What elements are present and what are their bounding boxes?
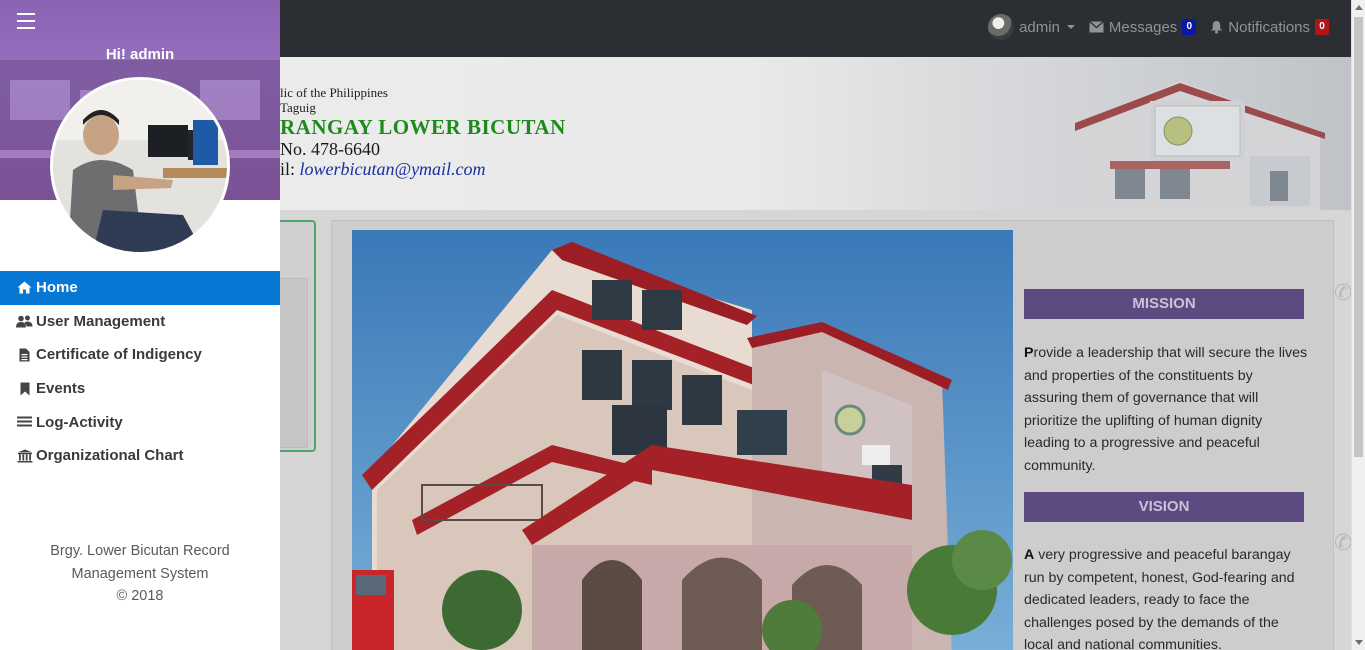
- caret-down-icon: [1066, 25, 1075, 29]
- institution-icon: [16, 449, 33, 463]
- banner-email[interactable]: lowerbicutan@ymail.com: [300, 159, 486, 179]
- sidebar-footer: Brgy. Lower Bicutan Record Management Sy…: [0, 540, 280, 608]
- sidebar-item-events[interactable]: Events: [0, 372, 280, 406]
- phone-deco-icon-2: ✆: [1334, 530, 1353, 555]
- user-dropdown[interactable]: admin: [988, 14, 1075, 40]
- file-icon: [16, 348, 33, 362]
- banner-phone: No. 478-6640: [280, 139, 380, 159]
- content-panel: MISSION Provide a leadership that will s…: [331, 220, 1334, 650]
- notifications-count-badge: 0: [1315, 19, 1329, 35]
- vision-header: VISION: [1024, 492, 1304, 522]
- sidebar-item-label: Log-Activity: [36, 413, 123, 431]
- vision-text: A very progressive and peaceful barangay…: [1024, 544, 1308, 650]
- messages-label: Messages: [1108, 18, 1178, 36]
- notifications-label: Notifications: [1228, 18, 1310, 36]
- bell-icon: [1211, 21, 1223, 34]
- list-icon: [16, 416, 33, 428]
- sidebar-item-user-management[interactable]: User Management: [0, 305, 280, 339]
- sidebar-item-label: Home: [36, 279, 78, 297]
- profile-avatar[interactable]: [50, 77, 230, 255]
- footer-copyright: © 2018: [116, 588, 164, 604]
- user-label: admin: [1019, 18, 1060, 36]
- vision-initial: A: [1024, 547, 1035, 563]
- sidebar-item-organizational-chart[interactable]: Organizational Chart: [0, 439, 280, 473]
- home-icon: [16, 281, 33, 294]
- mission-body: rovide a leadership that will secure the…: [1024, 345, 1308, 474]
- envelope-icon: [1088, 21, 1104, 33]
- messages-count-badge: 0: [1182, 19, 1197, 35]
- sidebar: Hi! admin Home User Management Certifica…: [0, 0, 280, 650]
- banner-city-line: Taguig: [280, 100, 316, 115]
- sidebar-item-label: Certificate of Indigency: [36, 346, 202, 364]
- messages-link[interactable]: Messages 0: [1088, 18, 1197, 36]
- barangay-hall-banner-image: [1075, 81, 1325, 210]
- phone-deco-icon: ✆: [1334, 280, 1353, 305]
- banner-republic-line: lic of the Philippines: [280, 85, 388, 100]
- sidebar-item-log-activity[interactable]: Log-Activity: [0, 405, 280, 439]
- user-avatar: [988, 14, 1015, 40]
- barangay-hall-photo: [352, 230, 1013, 650]
- navbar-right-menu: admin Messages 0 Notifications 0: [988, 14, 1329, 40]
- users-icon: [16, 315, 33, 328]
- sidebar-item-label: Organizational Chart: [36, 447, 184, 465]
- scroll-up-arrow-icon[interactable]: [1355, 5, 1363, 10]
- sidebar-item-home[interactable]: Home: [0, 271, 280, 305]
- scroll-down-arrow-icon[interactable]: [1355, 640, 1363, 645]
- menu-toggle-icon[interactable]: [15, 9, 39, 33]
- bookmark-icon: [16, 382, 33, 396]
- sidebar-item-label: User Management: [36, 312, 166, 330]
- notifications-link[interactable]: Notifications 0: [1210, 19, 1329, 36]
- sidebar-item-certificate-of-indigency[interactable]: Certificate of Indigency: [0, 338, 280, 372]
- mission-text: Provide a leadership that will secure th…: [1024, 342, 1308, 477]
- banner-email-line: il: lowerbicutan@ymail.com: [280, 159, 486, 180]
- sidebar-item-label: Events: [36, 380, 86, 398]
- vision-body: very progressive and peaceful barangay r…: [1024, 547, 1295, 650]
- sidebar-nav: Home User Management Certificate of Indi…: [0, 271, 280, 473]
- banner-barangay-title: RANGAY LOWER BICUTAN: [280, 115, 566, 139]
- scrollbar-thumb[interactable]: [1354, 17, 1363, 457]
- sidebar-greeting: Hi! admin: [105, 46, 175, 63]
- footer-line-1: Brgy. Lower Bicutan Record: [50, 543, 230, 559]
- footer-line-2: Management System: [71, 565, 209, 582]
- mission-header: MISSION: [1024, 289, 1304, 319]
- page-scrollbar[interactable]: [1351, 0, 1365, 650]
- banner-email-prefix: il:: [280, 159, 300, 179]
